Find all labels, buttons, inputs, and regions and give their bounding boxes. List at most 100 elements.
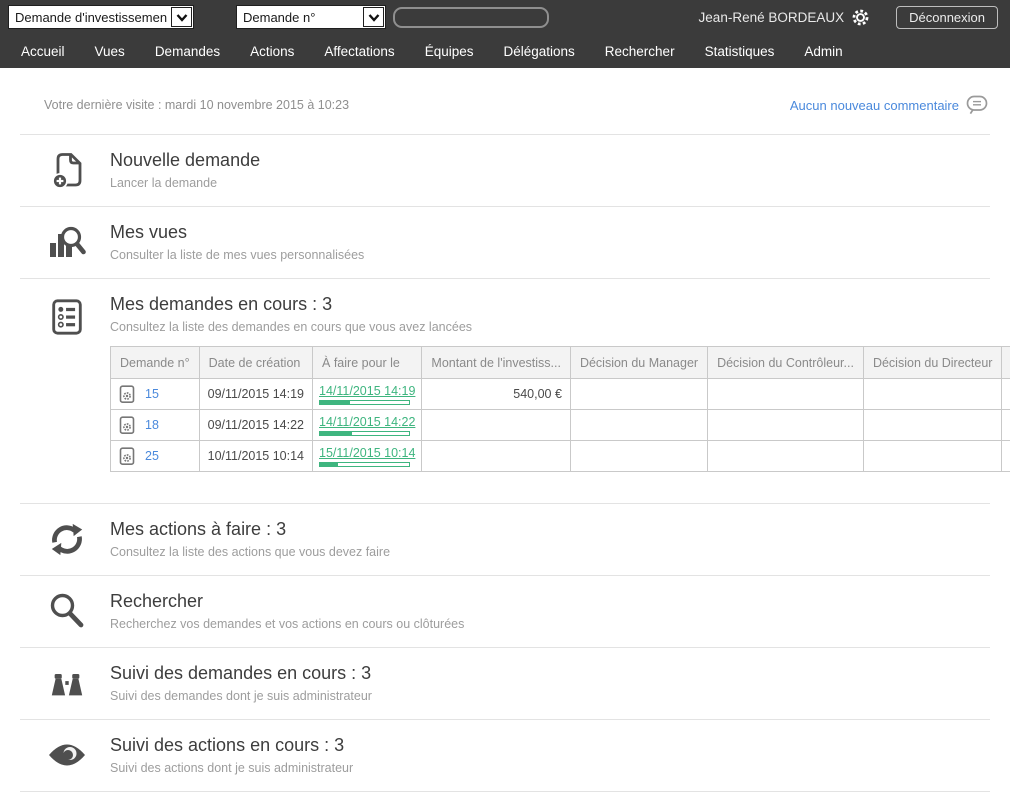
decision-manager-cell [570, 410, 707, 441]
document-gear-icon [119, 416, 136, 435]
main-content: Votre dernière visite : mardi 10 novembr… [0, 68, 1010, 792]
due-date-link[interactable]: 15/11/2015 10:14 [319, 446, 415, 460]
col-header-montant[interactable]: Montant de l'investiss... [422, 347, 571, 379]
decision-manager-cell [570, 441, 707, 472]
col-header-decision-controleur[interactable]: Décision du Contrôleur... [708, 347, 864, 379]
section-subtitle-my-requests: Consultez la liste des demandes en cours… [110, 320, 1010, 334]
filler-cell [1002, 410, 1010, 441]
amount-cell: 540,00 € [422, 379, 571, 410]
new-document-icon [40, 150, 94, 190]
col-header-date-creation[interactable]: Date de création [199, 347, 312, 379]
chevron-down-icon [171, 7, 192, 27]
due-progress-fill [320, 463, 338, 466]
section-my-views: Mes vues Consulter la liste de mes vues … [20, 207, 990, 279]
search-field-select-value: Demande n° [243, 10, 359, 25]
nav-item-statistiques[interactable]: Statistiques [690, 34, 790, 68]
top-right-group: Jean-René BORDEAUX Déconnexion [699, 6, 998, 29]
nav-item-affectations[interactable]: Affectations [309, 34, 409, 68]
user-name: Jean-René BORDEAUX [699, 10, 845, 25]
nav-item-actions[interactable]: Actions [235, 34, 309, 68]
created-date-cell: 09/11/2015 14:22 [199, 410, 312, 441]
due-date-link[interactable]: 14/11/2015 14:19 [319, 384, 415, 398]
amount-cell [422, 410, 571, 441]
col-header-decision-manager[interactable]: Décision du Manager [570, 347, 707, 379]
section-title-my-actions[interactable]: Mes actions à faire : 3 [110, 519, 390, 540]
decision-directeur-cell [863, 410, 1002, 441]
section-search: Rechercher Recherchez vos demandes et vo… [20, 576, 990, 648]
request-number-link[interactable]: 25 [145, 449, 159, 463]
nav-item-equipes[interactable]: Équipes [410, 34, 489, 68]
col-header-a-faire-pour-le[interactable]: À faire pour le [313, 347, 422, 379]
requests-table: Demande n° Date de création À faire pour… [110, 346, 1010, 472]
request-type-select[interactable]: Demande d'investissement [8, 5, 194, 29]
decision-manager-cell [570, 379, 707, 410]
top-dark-area: Demande d'investissement Demande n° Jean… [0, 0, 1010, 68]
filler-cell [1002, 379, 1010, 410]
due-progress-fill [320, 432, 352, 435]
table-row: 15 09/11/2015 14:19 14/11/2015 14:19 540… [111, 379, 1010, 410]
request-number-link[interactable]: 18 [145, 418, 159, 432]
filler-cell [1002, 441, 1010, 472]
table-row: 18 09/11/2015 14:22 14/11/2015 14:22 [111, 410, 1010, 441]
binoculars-icon [40, 664, 94, 702]
created-date-cell: 09/11/2015 14:19 [199, 379, 312, 410]
section-title-my-views[interactable]: Mes vues [110, 222, 364, 243]
section-title-follow-requests[interactable]: Suivi des demandes en cours : 3 [110, 663, 372, 684]
decision-controleur-cell [708, 441, 864, 472]
eye-icon [40, 741, 94, 769]
col-header-filler [1002, 347, 1010, 379]
section-subtitle-search: Recherchez vos demandes et vos actions e… [110, 617, 464, 631]
top-bar: Demande d'investissement Demande n° Jean… [0, 0, 1010, 34]
section-follow-actions: Suivi des actions en cours : 3 Suivi des… [20, 720, 990, 792]
chevron-down-icon [363, 7, 384, 27]
search-input[interactable] [393, 7, 549, 28]
request-number-link[interactable]: 15 [145, 387, 159, 401]
col-header-demande-num[interactable]: Demande n° [111, 347, 200, 379]
request-list-icon [40, 297, 94, 337]
section-title-follow-actions[interactable]: Suivi des actions en cours : 3 [110, 735, 353, 756]
nav-item-accueil[interactable]: Accueil [6, 34, 80, 68]
created-date-cell: 10/11/2015 10:14 [199, 441, 312, 472]
decision-directeur-cell [863, 441, 1002, 472]
views-chart-search-icon [40, 222, 94, 262]
amount-cell [422, 441, 571, 472]
nav-item-demandes[interactable]: Demandes [140, 34, 235, 68]
table-row: 25 10/11/2015 10:14 15/11/2015 10:14 [111, 441, 1010, 472]
document-gear-icon [119, 385, 136, 404]
section-title-search[interactable]: Rechercher [110, 591, 464, 612]
section-my-requests: Mes demandes en cours : 3 Consultez la l… [20, 279, 990, 504]
request-type-select-value: Demande d'investissement [15, 10, 167, 25]
nav-item-vues[interactable]: Vues [80, 34, 140, 68]
decision-controleur-cell [708, 379, 864, 410]
logout-button[interactable]: Déconnexion [896, 6, 998, 29]
section-title-new-request[interactable]: Nouvelle demande [110, 150, 260, 171]
section-subtitle-follow-requests: Suivi des demandes dont je suis administ… [110, 689, 372, 703]
section-subtitle-new-request: Lancer la demande [110, 176, 260, 190]
due-progress-fill [320, 401, 350, 404]
due-progress-bar [319, 462, 410, 467]
table-header-row: Demande n° Date de création À faire pour… [111, 347, 1010, 379]
nav-item-admin[interactable]: Admin [789, 34, 857, 68]
nav-item-rechercher[interactable]: Rechercher [590, 34, 690, 68]
visit-row: Votre dernière visite : mardi 10 novembr… [20, 68, 990, 135]
comment-bubble-icon [966, 95, 988, 115]
decision-controleur-cell [708, 410, 864, 441]
search-field-select[interactable]: Demande n° [236, 5, 386, 29]
main-nav: Accueil Vues Demandes Actions Affectatio… [0, 34, 1010, 68]
col-header-decision-directeur[interactable]: Décision du Directeur [863, 347, 1002, 379]
search-icon [40, 591, 94, 631]
due-progress-bar [319, 431, 410, 436]
comments-link[interactable]: Aucun nouveau commentaire [790, 95, 988, 115]
section-subtitle-my-views: Consulter la liste de mes vues personnal… [110, 248, 364, 262]
section-new-request: Nouvelle demande Lancer la demande [20, 135, 990, 207]
decision-directeur-cell [863, 379, 1002, 410]
section-my-actions: Mes actions à faire : 3 Consultez la lis… [20, 504, 990, 576]
nav-item-delegations[interactable]: Délégations [488, 34, 589, 68]
section-subtitle-follow-actions: Suivi des actions dont je suis administr… [110, 761, 353, 775]
section-subtitle-my-actions: Consultez la liste des actions que vous … [110, 545, 390, 559]
document-gear-icon [119, 447, 136, 466]
section-title-my-requests[interactable]: Mes demandes en cours : 3 [110, 294, 1010, 315]
due-date-link[interactable]: 14/11/2015 14:22 [319, 415, 415, 429]
gear-icon[interactable] [851, 8, 870, 27]
last-visit-text: Votre dernière visite : mardi 10 novembr… [44, 98, 349, 112]
